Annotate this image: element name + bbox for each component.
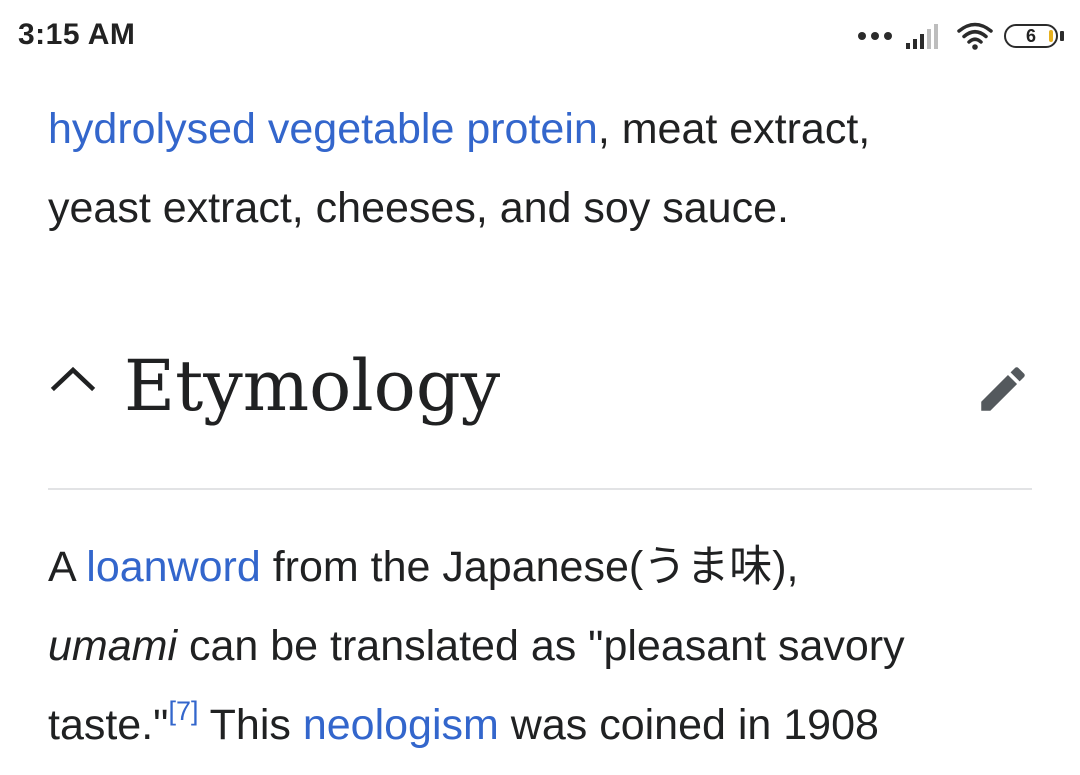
etymology-paragraph-container: A loanword from the Japanese(うま味), umami…: [48, 528, 1048, 765]
link-hydrolysed-vegetable-protein[interactable]: hydrolysed vegetable protein: [48, 105, 598, 153]
ety-text-c: can be translated as "pleasant savory: [177, 622, 905, 670]
ety-text-a: A: [48, 543, 87, 591]
status-bar: 3:15 AM 6: [0, 0, 1080, 76]
battery-tip: [1060, 31, 1064, 41]
battery-icon: 6: [1004, 24, 1058, 48]
section-heading-etymology: Etymology: [124, 345, 501, 427]
ety-italic-umami: umami: [48, 622, 178, 670]
reference-7[interactable]: [7]: [168, 696, 198, 726]
etymology-paragraph: A loanword from the Japanese(うま味), umami…: [48, 528, 1048, 765]
intro-paragraph-container: hydrolysed vegetable protein, meat extra…: [48, 90, 1032, 248]
ety-text-d: taste.": [48, 701, 169, 749]
wifi-icon: [957, 22, 993, 50]
link-neologism[interactable]: neologism: [303, 701, 499, 749]
ety-text-e: This: [198, 701, 303, 749]
etymology-section-header[interactable]: Etymology: [48, 340, 1032, 440]
pencil-edit-icon[interactable]: [974, 360, 1032, 418]
intro-paragraph: hydrolysed vegetable protein, meat extra…: [48, 90, 1032, 248]
intro-text-2: yeast extract, cheeses, and soy sauce.: [48, 184, 789, 232]
ety-text-b: from the Japanese(うま味),: [260, 543, 799, 591]
status-time: 3:15 AM: [18, 18, 136, 51]
chevron-up-icon[interactable]: [48, 358, 98, 398]
more-dots-icon: [858, 32, 892, 40]
link-loanword[interactable]: loanword: [86, 543, 261, 591]
ety-text-f: was coined in 1908: [498, 701, 879, 749]
intro-text-1: , meat extract,: [597, 105, 871, 153]
status-icons: 6: [858, 18, 1064, 54]
cellular-signal-icon: [906, 24, 938, 49]
section-divider: [48, 488, 1032, 490]
battery-level: 6: [1025, 25, 1036, 46]
